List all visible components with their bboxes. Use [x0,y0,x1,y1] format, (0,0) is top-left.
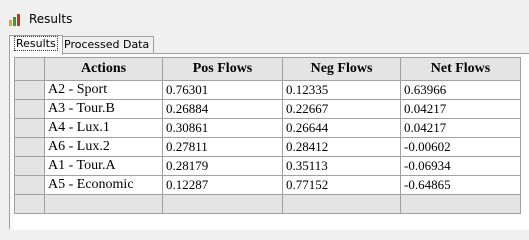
results-grid[interactable]: Actions Pos Flows Neg Flows Net Flows A2… [14,57,529,230]
table-row[interactable]: A2 - Sport 0.76301 0.12335 0.63966 [14,80,521,100]
table-row[interactable]: A6 - Lux.2 0.27811 0.28412 -0.00602 [14,137,521,157]
neg-flow-cell[interactable]: 0.26644 [282,118,401,138]
pos-flow-cell[interactable]: 0.27811 [162,137,283,157]
header-row: Actions Pos Flows Neg Flows Net Flows [14,57,521,81]
tab-processed-data[interactable]: Processed Data [59,36,155,53]
row-header[interactable] [14,118,45,138]
net-flow-cell[interactable]: -0.00602 [400,137,521,157]
title-bar: Results [0,8,529,30]
pos-flow-cell[interactable]: 0.28179 [162,156,283,176]
table-row[interactable]: A5 - Economic 0.12287 0.77152 -0.64865 [14,175,521,195]
row-header[interactable] [14,194,45,214]
corner-cell[interactable] [14,57,45,81]
tab-results[interactable]: Results [9,35,63,55]
pos-flow-cell[interactable]: 0.26884 [162,99,283,119]
neg-flow-cell[interactable]: 0.35113 [282,156,401,176]
table-row[interactable]: A1 - Tour.A 0.28179 0.35113 -0.06934 [14,156,521,176]
col-header-neg-flows[interactable]: Neg Flows [282,57,401,81]
tab-strip: Results Processed Data [0,35,529,55]
row-header[interactable] [14,137,45,157]
bar-chart-icon [9,12,25,26]
col-header-net-flows[interactable]: Net Flows [400,57,521,81]
results-table: Actions Pos Flows Neg Flows Net Flows A2… [14,57,521,214]
window-title: Results [29,12,73,26]
net-flow-cell[interactable]: 0.63966 [400,80,521,100]
empty-cell[interactable] [44,194,163,214]
col-header-actions[interactable]: Actions [44,57,163,81]
action-cell[interactable]: A4 - Lux.1 [44,118,163,138]
net-flow-cell[interactable]: 0.04217 [400,118,521,138]
row-header[interactable] [14,80,45,100]
col-header-pos-flows[interactable]: Pos Flows [162,57,283,81]
row-header[interactable] [14,175,45,195]
pos-flow-cell[interactable]: 0.30861 [162,118,283,138]
pos-flow-cell[interactable]: 0.12287 [162,175,283,195]
neg-flow-cell[interactable]: 0.22667 [282,99,401,119]
table-row[interactable]: A4 - Lux.1 0.30861 0.26644 0.04217 [14,118,521,138]
empty-cell[interactable] [282,194,401,214]
tab-processed-data-label: Processed Data [64,38,150,51]
table-row[interactable]: A3 - Tour.B 0.26884 0.22667 0.04217 [14,99,521,119]
row-header[interactable] [14,99,45,119]
net-flow-cell[interactable]: -0.06934 [400,156,521,176]
results-panel: Actions Pos Flows Neg Flows Net Flows A2… [9,53,529,230]
action-cell[interactable]: A2 - Sport [44,80,163,100]
neg-flow-cell[interactable]: 0.28412 [282,137,401,157]
action-cell[interactable]: A1 - Tour.A [44,156,163,176]
row-header[interactable] [14,156,45,176]
action-cell[interactable]: A6 - Lux.2 [44,137,163,157]
empty-cell[interactable] [162,194,283,214]
pos-flow-cell[interactable]: 0.76301 [162,80,283,100]
neg-flow-cell[interactable]: 0.12335 [282,80,401,100]
neg-flow-cell[interactable]: 0.77152 [282,175,401,195]
results-window: Results Results Processed Data Actions P… [0,0,529,230]
action-cell[interactable]: A5 - Economic [44,175,163,195]
net-flow-cell[interactable]: 0.04217 [400,99,521,119]
action-cell[interactable]: A3 - Tour.B [44,99,163,119]
empty-cell[interactable] [400,194,521,214]
net-flow-cell[interactable]: -0.64865 [400,175,521,195]
empty-row[interactable] [14,194,521,214]
tab-results-label: Results [14,36,58,51]
